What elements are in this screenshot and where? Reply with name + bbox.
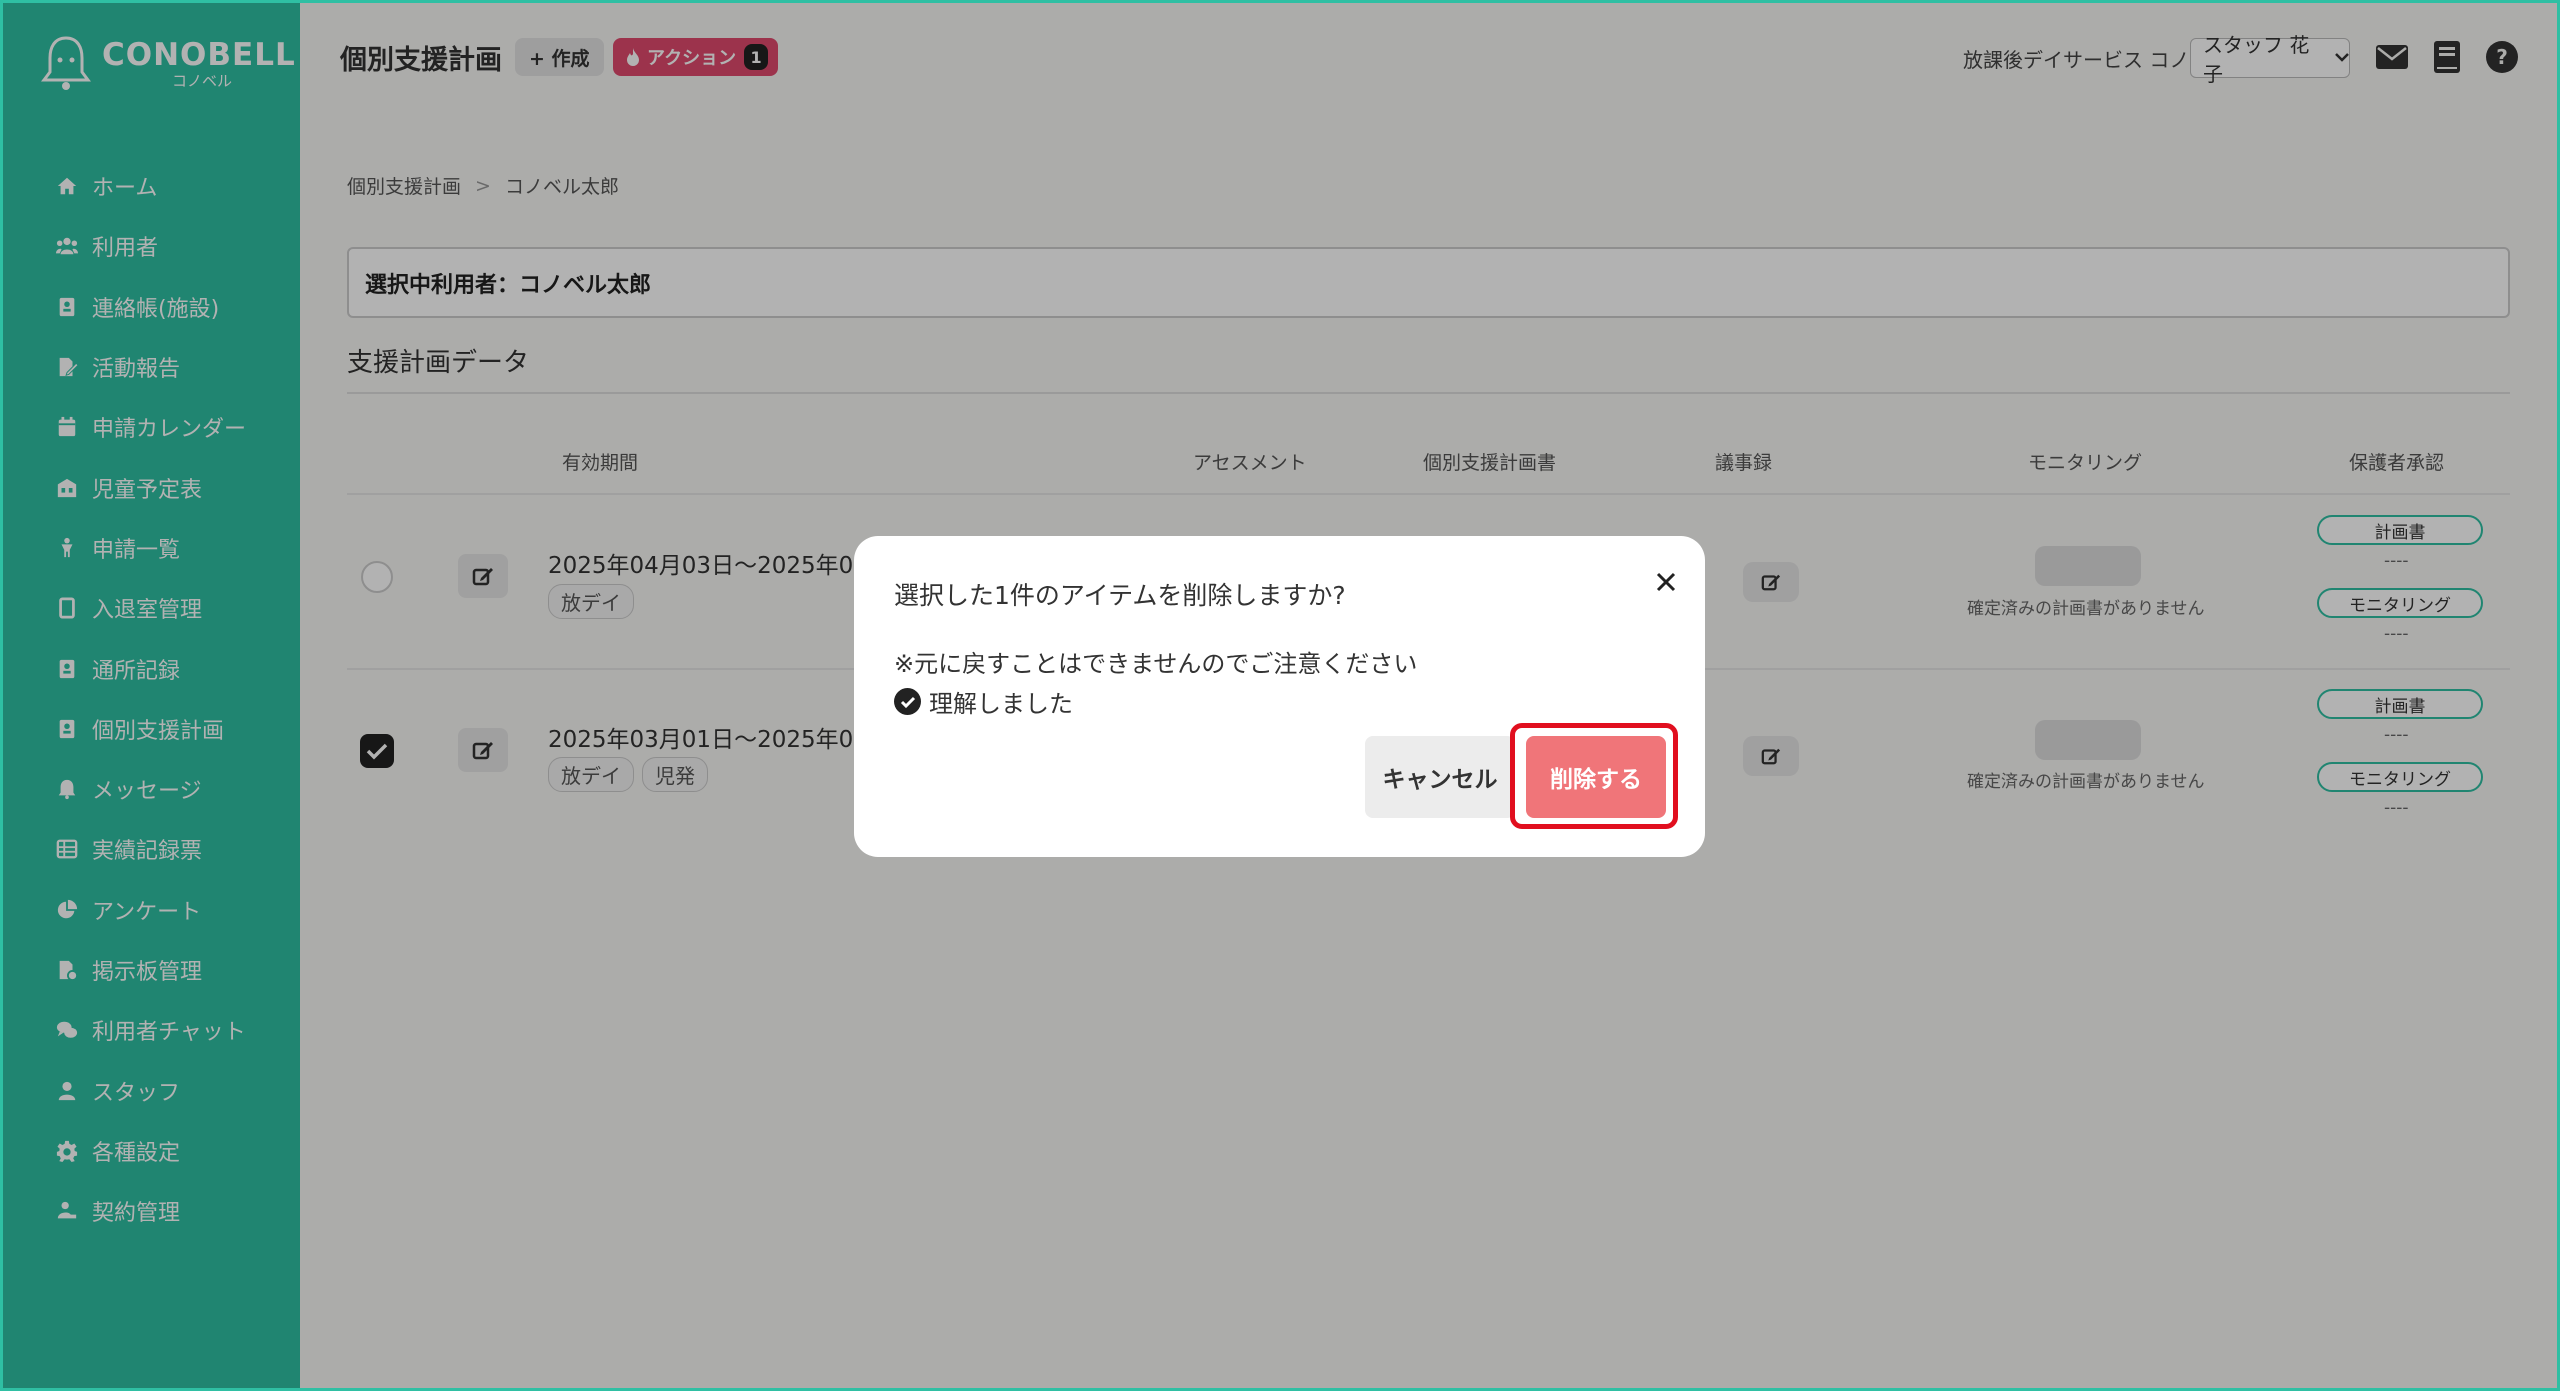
understand-label: 理解しました [929,690,1073,718]
check-circle-icon [894,688,921,715]
understand-checkbox[interactable]: 理解しました [894,684,1073,719]
dialog-note: ※元に戻すことはできませんのでご注意ください [894,650,1418,678]
cancel-button[interactable]: キャンセル [1365,736,1515,818]
delete-confirm-dialog: 選択した1件のアイテムを削除しますか? ※元に戻すことはできませんのでご注意くだ… [854,536,1705,857]
close-icon[interactable] [1650,566,1682,598]
dialog-title: 選択した1件のアイテムを削除しますか? [894,581,1346,610]
delete-button[interactable]: 削除する [1526,736,1666,818]
